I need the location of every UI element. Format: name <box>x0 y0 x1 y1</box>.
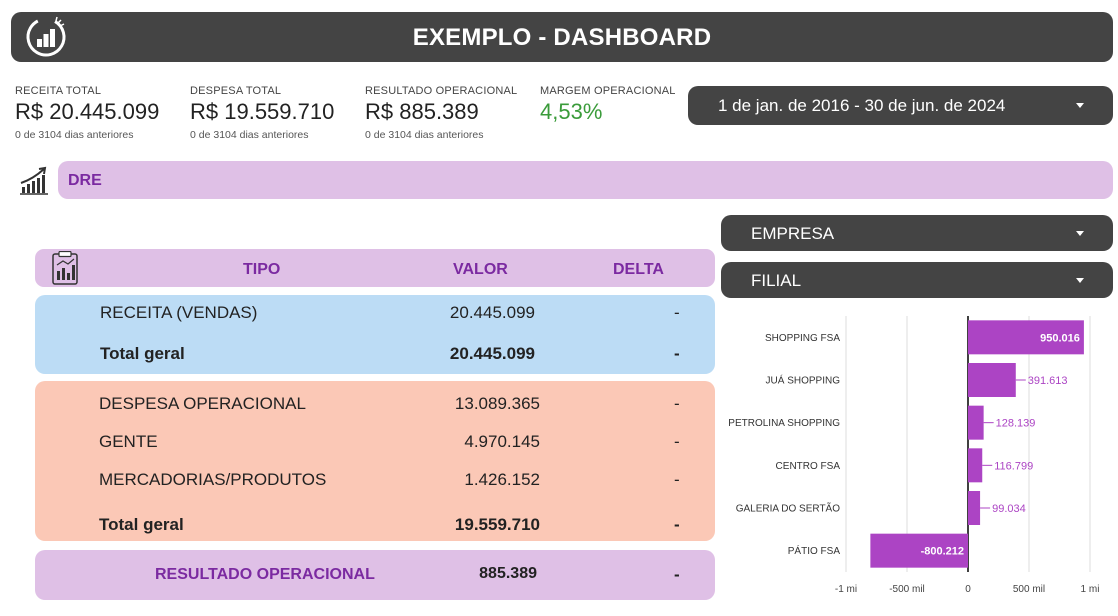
data-label: 128.139 <box>996 418 1036 430</box>
filial-filter[interactable]: FILIAL <box>721 262 1113 298</box>
date-range-label: 1 de jan. de 2016 - 30 de jun. de 2024 <box>718 96 1006 115</box>
category-label: PETROLINA SHOPPING <box>728 418 840 429</box>
empresa-filter[interactable]: EMPRESA <box>721 215 1113 251</box>
resultado-delta: - <box>674 565 680 584</box>
empresa-filter-label: EMPRESA <box>751 224 835 243</box>
kpi-value: R$ 885.389 <box>365 99 479 124</box>
data-label: -800.212 <box>921 546 964 558</box>
row-value: 20.445.099 <box>449 303 535 322</box>
row-delta: - <box>674 394 680 413</box>
x-tick-label: -1 mi <box>835 584 857 595</box>
kpi-comparison: 0 de 3104 dias anteriores <box>15 129 134 141</box>
row-delta: - <box>674 432 680 451</box>
kpi-despesa-total: DESPESA TOTAL R$ 19.559.710 0 de 3104 di… <box>190 85 334 141</box>
x-tick-label: 500 mil <box>1013 584 1045 595</box>
total-delta: - <box>674 344 680 363</box>
bar <box>968 448 983 483</box>
resultado-value: 885.389 <box>479 565 537 582</box>
x-tick-label: 1 mi <box>1081 584 1100 595</box>
bar <box>968 363 1016 397</box>
row-delta: - <box>674 470 680 489</box>
kpi-comparison: 0 de 3104 dias anteriores <box>190 129 309 141</box>
despesa-group: DESPESA OPERACIONAL 13.089.365 - GENTE 4… <box>35 381 715 541</box>
resultado-group: RESULTADO OPERACIONAL 885.389 - <box>35 550 715 600</box>
kpi-label: MARGEM OPERACIONAL <box>540 85 676 97</box>
column-header-delta[interactable]: DELTA <box>613 261 664 279</box>
row-value: 4.970.145 <box>464 432 540 451</box>
table-header: TIPO VALOR DELTA <box>35 249 715 287</box>
category-label: GALERIA DO SERTÃO <box>736 502 841 515</box>
report-clipboard-icon <box>52 251 78 285</box>
data-label: 950.016 <box>1040 332 1080 344</box>
kpi-value: R$ 19.559.710 <box>190 99 335 124</box>
kpi-receita-total: RECEITA TOTAL R$ 20.445.099 0 de 3104 di… <box>15 85 159 141</box>
data-label: 391.613 <box>1028 375 1068 387</box>
total-delta: - <box>674 515 680 534</box>
resultado-label: RESULTADO OPERACIONAL <box>155 566 375 583</box>
kpi-comparison: 0 de 3104 dias anteriores <box>365 129 484 141</box>
date-range-picker[interactable]: 1 de jan. de 2016 - 30 de jun. de 2024 <box>688 86 1113 125</box>
column-header-valor[interactable]: VALOR <box>453 261 508 279</box>
column-header-tipo[interactable]: TIPO <box>243 261 280 279</box>
data-label: 99.034 <box>992 503 1026 515</box>
total-value: 20.445.099 <box>449 344 535 363</box>
row-label: GENTE <box>99 432 158 451</box>
kpi-label: DESPESA TOTAL <box>190 85 282 97</box>
section-header-dre: DRE <box>58 161 1113 199</box>
dropdown-caret-icon <box>1076 278 1084 283</box>
category-label: PÁTIO FSA <box>788 544 841 557</box>
row-label: RECEITA (VENDAS) <box>100 303 258 322</box>
growth-chart-icon <box>20 166 48 195</box>
row-label: MERCADORIAS/PRODUTOS <box>99 470 327 489</box>
kpi-label: RECEITA TOTAL <box>15 85 102 97</box>
filial-filter-label: FILIAL <box>751 271 802 290</box>
section-title: DRE <box>68 172 102 189</box>
x-tick-label: -500 mil <box>889 584 925 595</box>
total-value: 19.559.710 <box>454 515 540 534</box>
kpi-value: 4,53% <box>540 99 603 124</box>
kpi-resultado-operacional: RESULTADO OPERACIONAL R$ 885.389 0 de 31… <box>365 85 517 141</box>
bar <box>968 491 981 525</box>
dropdown-caret-icon <box>1076 231 1084 236</box>
row-label: DESPESA OPERACIONAL <box>99 394 306 413</box>
dropdown-caret-icon <box>1076 103 1084 108</box>
bar <box>968 405 984 440</box>
category-label: JUÁ SHOPPING <box>766 374 841 387</box>
filial-bar-chart: -1 mi -500 mil 0 500 mil 1 mi SHOPPING FSA 950… <box>728 316 1100 595</box>
category-label: CENTRO FSA <box>776 461 841 472</box>
row-delta: - <box>674 303 680 322</box>
kpi-margem-operacional: MARGEM OPERACIONAL 4,53% <box>540 85 676 125</box>
row-value: 1.426.152 <box>464 470 540 489</box>
total-label: Total geral <box>100 344 185 363</box>
data-label: 116.799 <box>994 460 1033 472</box>
page-title: EXEMPLO - DASHBOARD <box>412 24 712 51</box>
receita-group: RECEITA (VENDAS) 20.445.099 - Total gera… <box>35 295 715 374</box>
row-value: 13.089.365 <box>454 394 540 413</box>
kpi-value: R$ 20.445.099 <box>15 99 160 124</box>
x-tick-label: 0 <box>965 584 971 595</box>
kpi-label: RESULTADO OPERACIONAL <box>365 85 518 97</box>
dashboard-header: EXEMPLO - DASHBOARD <box>11 12 1113 62</box>
total-label: Total geral <box>99 515 184 534</box>
category-label: SHOPPING FSA <box>765 333 840 344</box>
